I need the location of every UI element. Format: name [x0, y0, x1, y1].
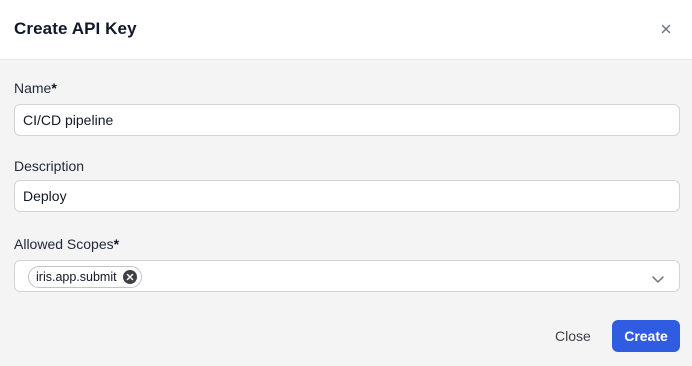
scope-chip-label: iris.app.submit [36, 270, 117, 284]
close-button[interactable]: Close [546, 320, 600, 352]
name-input[interactable] [14, 104, 680, 136]
dialog-title: Create API Key [14, 19, 137, 38]
allowed-scopes-label-text: Allowed Scopes [14, 236, 114, 252]
dialog-header: Create API Key [0, 0, 692, 60]
name-label: Name* [14, 80, 57, 96]
name-label-text: Name [14, 80, 52, 96]
name-required-marker: * [51, 80, 57, 96]
chevron-down-icon[interactable] [651, 271, 665, 283]
description-input[interactable] [14, 180, 680, 212]
create-button[interactable]: Create [612, 320, 680, 352]
allowed-scopes-required-marker: * [113, 236, 120, 252]
create-api-key-dialog: Create API Key Name* Description Allowed… [0, 0, 692, 366]
allowed-scopes-label: Allowed Scopes* [14, 236, 119, 252]
scope-chip: iris.app.submit [28, 266, 142, 288]
close-icon[interactable] [658, 21, 674, 37]
description-label: Description [14, 158, 85, 174]
allowed-scopes-select[interactable]: iris.app.submit [14, 260, 680, 292]
remove-chip-icon[interactable] [122, 270, 137, 284]
